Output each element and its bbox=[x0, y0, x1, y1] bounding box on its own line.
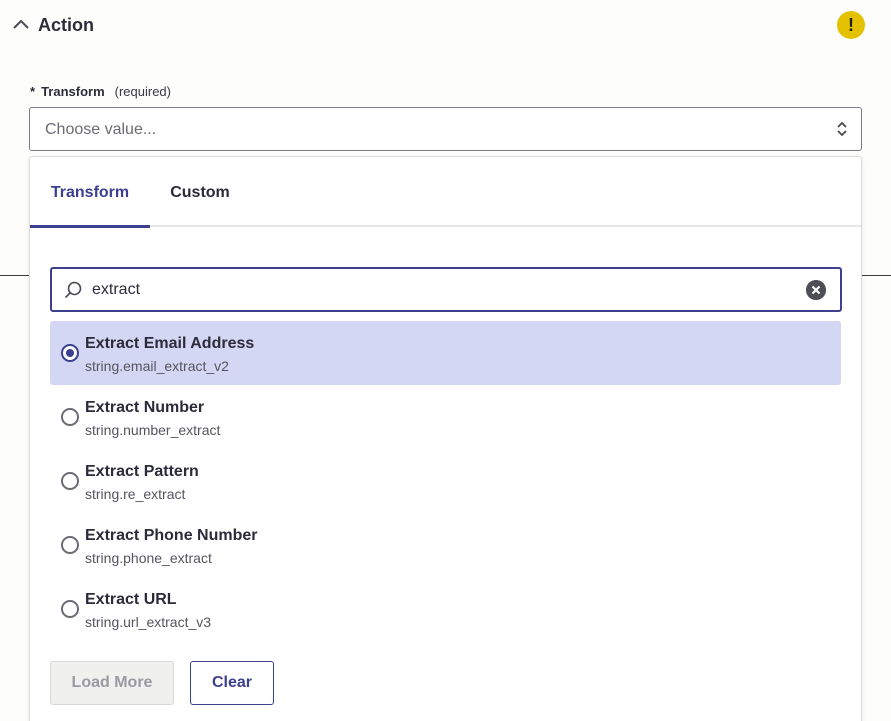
background-divider bbox=[0, 275, 30, 276]
field-label-text: Transform bbox=[41, 84, 105, 99]
option-extract-number[interactable]: Extract Number string.number_extract bbox=[50, 385, 841, 449]
select-chevrons-icon bbox=[837, 121, 847, 137]
clear-circle-icon[interactable] bbox=[806, 280, 826, 300]
action-section-header[interactable]: Action ! bbox=[0, 0, 891, 52]
search-input[interactable] bbox=[92, 269, 792, 310]
radio-icon[interactable] bbox=[61, 408, 79, 426]
transform-select[interactable]: Choose value... bbox=[29, 107, 862, 151]
transform-dropdown: Transform Custom Extract Email Address s… bbox=[29, 156, 862, 721]
select-placeholder: Choose value... bbox=[45, 121, 157, 138]
option-key: string.url_extract_v3 bbox=[85, 614, 212, 630]
radio-icon[interactable] bbox=[61, 472, 79, 490]
warning-icon: ! bbox=[837, 11, 865, 39]
radio-icon[interactable] bbox=[61, 536, 79, 554]
option-title: Extract URL bbox=[85, 591, 177, 608]
option-title: Extract Number bbox=[85, 399, 205, 416]
option-key: string.email_extract_v2 bbox=[85, 358, 229, 374]
option-extract-pattern[interactable]: Extract Pattern string.re_extract bbox=[50, 449, 841, 513]
radio-selected-icon[interactable] bbox=[61, 344, 79, 362]
option-title: Extract Pattern bbox=[85, 463, 199, 480]
dropdown-tabs: Transform Custom bbox=[30, 157, 861, 228]
required-hint: (required) bbox=[114, 84, 171, 99]
section-title: Action bbox=[38, 15, 94, 35]
option-title: Extract Phone Number bbox=[85, 527, 258, 544]
clear-button[interactable]: Clear bbox=[190, 661, 274, 705]
chevron-up-icon[interactable] bbox=[12, 17, 30, 31]
option-extract-url[interactable]: Extract URL string.url_extract_v3 bbox=[50, 577, 841, 641]
load-more-button[interactable]: Load More bbox=[50, 661, 174, 705]
background-divider bbox=[861, 275, 891, 276]
tab-custom[interactable]: Custom bbox=[152, 157, 248, 227]
required-marker: * bbox=[30, 84, 36, 99]
option-key: string.re_extract bbox=[85, 486, 186, 502]
options-list: Extract Email Address string.email_extra… bbox=[50, 321, 841, 641]
transform-field-label: * Transform (required) bbox=[30, 84, 171, 99]
radio-icon[interactable] bbox=[61, 600, 79, 618]
search-icon bbox=[64, 281, 82, 299]
option-key: string.number_extract bbox=[85, 422, 221, 438]
option-title: Extract Email Address bbox=[85, 335, 255, 352]
tab-transform[interactable]: Transform bbox=[30, 157, 150, 228]
search-box[interactable] bbox=[50, 267, 842, 312]
option-extract-phone-number[interactable]: Extract Phone Number string.phone_extrac… bbox=[50, 513, 841, 577]
option-extract-email-address[interactable]: Extract Email Address string.email_extra… bbox=[50, 321, 841, 385]
option-key: string.phone_extract bbox=[85, 550, 212, 566]
